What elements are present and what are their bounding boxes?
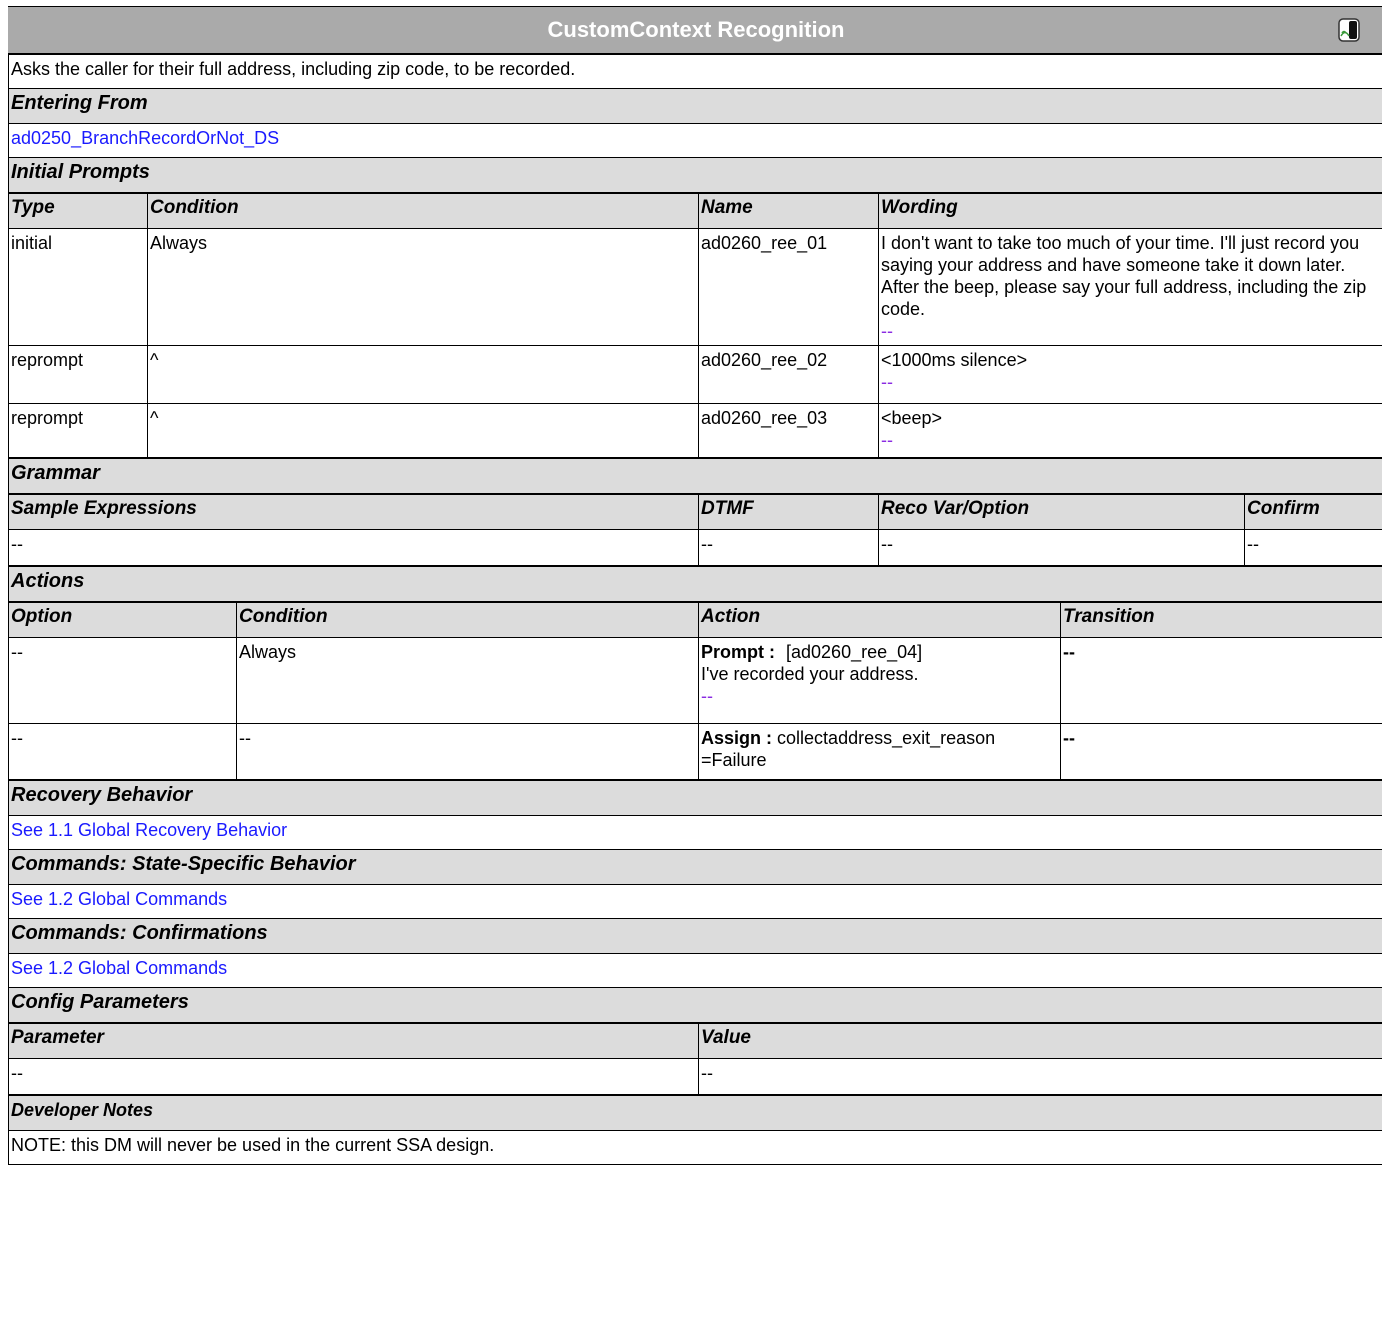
action-label: Assign : [701, 728, 773, 748]
col-header-dtmf: DTMF [698, 494, 879, 530]
col-header-sample-expressions: Sample Expressions [8, 494, 699, 530]
prompt-wording: I don't want to take too much of your ti… [881, 233, 1367, 319]
grammar-section: Grammar [8, 458, 1382, 494]
commands-confirm-header: Commands: Confirmations [8, 918, 1382, 954]
action-text: =Failure [701, 750, 767, 770]
table-row: -- Always Prompt : [ad0260_ree_04] I've … [8, 637, 1382, 724]
page-title: CustomContext Recognition [547, 17, 845, 42]
action-transition: -- [1060, 637, 1382, 724]
config-table: Parameter Value -- -- [8, 1023, 1382, 1095]
actions-table: Option Condition Action Transition -- Al… [8, 602, 1382, 780]
commands-state-header: Commands: State-Specific Behavior [8, 849, 1382, 885]
description-text: Asks the caller for their full address, … [8, 54, 1382, 89]
developer-notes-text: NOTE: this DM will never be used in the … [8, 1130, 1382, 1165]
prompt-wording: <1000ms silence> [881, 350, 1028, 370]
grammar-cell: -- [878, 529, 1245, 566]
col-header-parameter: Parameter [8, 1023, 699, 1059]
prompt-type: reprompt [8, 345, 148, 404]
action-option: -- [8, 723, 237, 780]
table-row: -- -- [8, 1058, 1382, 1095]
grammar-header: Grammar [8, 458, 1382, 494]
behavior-sections: Recovery Behavior See 1.1 Global Recover… [8, 780, 1382, 1023]
speech-recognition-icon [1338, 18, 1360, 42]
prompt-wording-cell: <1000ms silence> -- [878, 345, 1382, 404]
title-bar: CustomContext Recognition [8, 6, 1382, 54]
action-condition: -- [236, 723, 699, 780]
table-row: -- -- -- -- [8, 529, 1382, 566]
col-header-confirm: Confirm [1244, 494, 1382, 530]
action-transition: -- [1060, 723, 1382, 780]
col-header-type: Type [8, 193, 148, 229]
actions-header: Actions [8, 566, 1382, 602]
entering-from-header: Entering From [8, 88, 1382, 124]
col-header-transition: Transition [1060, 602, 1382, 638]
initial-prompts-header: Initial Prompts [8, 157, 1382, 193]
initial-prompts-table: Type Condition Name Wording initial Alwa… [8, 193, 1382, 458]
table-row: reprompt ^ ad0260_ree_03 <beep> -- [8, 403, 1382, 458]
prompt-name: ad0260_ree_02 [698, 345, 879, 404]
prompt-condition: ^ [147, 345, 699, 404]
config-header: Config Parameters [8, 987, 1382, 1023]
grammar-table: Sample Expressions DTMF Reco Var/Option … [8, 494, 1382, 566]
recovery-link[interactable]: See 1.1 Global Recovery Behavior [11, 820, 287, 840]
action-value: [ad0260_ree_04] [786, 642, 923, 662]
col-header-wording: Wording [878, 193, 1382, 229]
document-page: CustomContext Recognition Asks the calle… [8, 6, 1382, 1165]
action-label: Prompt : [701, 642, 775, 662]
action-link[interactable]: -- [701, 685, 1056, 707]
col-header-condition: Condition [147, 193, 699, 229]
col-header-action: Action [698, 602, 1061, 638]
col-header-option: Option [8, 602, 237, 638]
config-cell: -- [8, 1058, 699, 1095]
prompt-type: initial [8, 228, 148, 346]
prompt-wording: <beep> [881, 408, 943, 428]
grammar-cell: -- [8, 529, 699, 566]
prompt-link[interactable]: -- [881, 320, 1379, 342]
prompt-name: ad0260_ree_03 [698, 403, 879, 458]
action-cell: Prompt : [ad0260_ree_04] I've recorded y… [698, 637, 1061, 724]
recovery-header: Recovery Behavior [8, 780, 1382, 816]
prompt-condition: ^ [147, 403, 699, 458]
actions-section: Actions [8, 566, 1382, 602]
prompt-link[interactable]: -- [881, 429, 1379, 451]
developer-notes-section: Developer Notes NOTE: this DM will never… [8, 1095, 1382, 1165]
action-text: I've recorded your address. [701, 664, 919, 684]
table-row: reprompt ^ ad0260_ree_02 <1000ms silence… [8, 345, 1382, 404]
commands-state-link[interactable]: See 1.2 Global Commands [11, 889, 227, 909]
prompt-wording-cell: I don't want to take too much of your ti… [878, 228, 1382, 346]
entering-from-link[interactable]: ad0250_BranchRecordOrNot_DS [11, 128, 279, 148]
action-cell: Assign : collectaddress_exit_reason =Fai… [698, 723, 1061, 780]
grammar-cell: -- [1244, 529, 1382, 566]
prompt-condition: Always [147, 228, 699, 346]
developer-notes-header: Developer Notes [8, 1095, 1382, 1131]
col-header-reco-var: Reco Var/Option [878, 494, 1245, 530]
description-table: Asks the caller for their full address, … [8, 54, 1382, 193]
commands-confirm-link[interactable]: See 1.2 Global Commands [11, 958, 227, 978]
table-row: -- -- Assign : collectaddress_exit_reaso… [8, 723, 1382, 780]
prompt-type: reprompt [8, 403, 148, 458]
col-header-condition: Condition [236, 602, 699, 638]
config-cell: -- [698, 1058, 1382, 1095]
col-header-name: Name [698, 193, 879, 229]
prompt-wording-cell: <beep> -- [878, 403, 1382, 458]
prompt-link[interactable]: -- [881, 371, 1379, 393]
prompt-name: ad0260_ree_01 [698, 228, 879, 346]
action-option: -- [8, 637, 237, 724]
col-header-value: Value [698, 1023, 1382, 1059]
action-value: collectaddress_exit_reason [777, 728, 996, 748]
grammar-cell: -- [698, 529, 879, 566]
table-row: initial Always ad0260_ree_01 I don't wan… [8, 228, 1382, 346]
action-condition: Always [236, 637, 699, 724]
